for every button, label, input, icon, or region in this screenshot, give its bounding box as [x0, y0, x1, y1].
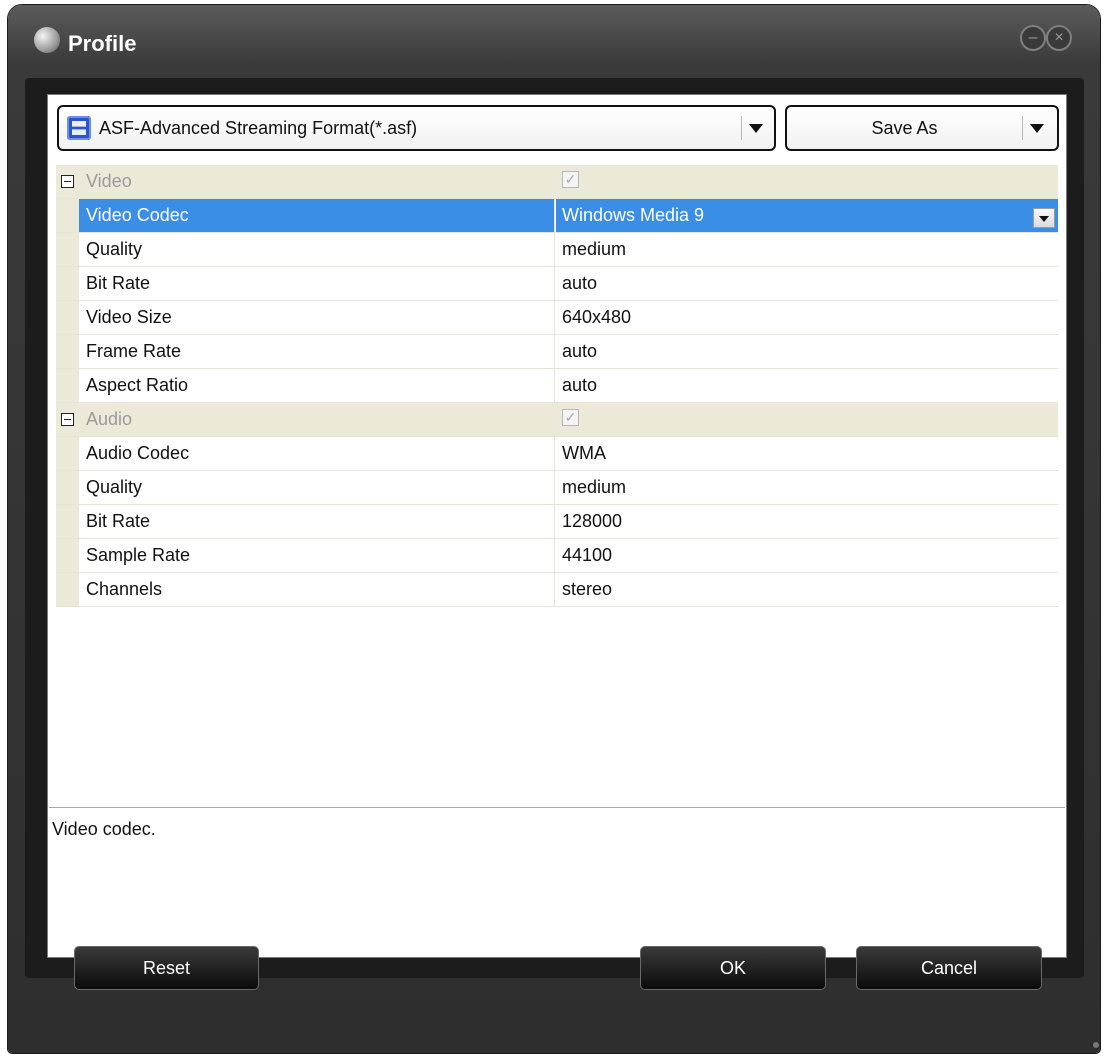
- property-name: Aspect Ratio: [79, 369, 555, 402]
- property-row[interactable]: Audio Codec WMA: [56, 437, 1058, 471]
- property-row[interactable]: Quality medium: [56, 471, 1058, 505]
- category-checkbox-cell: ✓: [556, 403, 1058, 436]
- property-value[interactable]: auto: [556, 267, 1058, 300]
- property-row[interactable]: Bit Rate auto: [56, 267, 1058, 301]
- property-row[interactable]: Video Codec Windows Media 9: [56, 199, 1058, 233]
- property-value[interactable]: medium: [556, 233, 1058, 266]
- category-label: Video: [86, 171, 132, 191]
- collapse-icon[interactable]: [61, 413, 74, 426]
- property-name: Bit Rate: [79, 267, 555, 300]
- property-row[interactable]: Bit Rate 128000: [56, 505, 1058, 539]
- row-gutter: [56, 335, 79, 368]
- property-value[interactable]: 640x480: [556, 301, 1058, 334]
- property-row[interactable]: Sample Rate 44100: [56, 539, 1058, 573]
- property-name: Frame Rate: [79, 335, 555, 368]
- row-gutter: [56, 539, 79, 572]
- property-value[interactable]: auto: [556, 335, 1058, 368]
- reset-label: Reset: [142, 958, 191, 978]
- category-row-audio[interactable]: Audio ✓: [56, 403, 1058, 437]
- cancel-label: Cancel: [920, 958, 978, 978]
- save-as-button[interactable]: Save As: [785, 105, 1059, 151]
- close-icon[interactable]: ×: [1046, 25, 1072, 51]
- row-gutter: [56, 233, 79, 266]
- app-logo-icon: [34, 27, 60, 53]
- property-name: Bit Rate: [79, 505, 555, 538]
- dropdown-arrow-icon[interactable]: [1033, 208, 1055, 228]
- format-selected-label: ASF-Advanced Streaming Format(*.asf): [99, 118, 418, 138]
- property-grid: Video ✓ Video Codec Windows Media 9 Qual…: [56, 165, 1058, 607]
- row-gutter: [56, 199, 79, 232]
- property-value[interactable]: stereo: [556, 573, 1058, 606]
- property-value[interactable]: auto: [556, 369, 1058, 402]
- video-enable-checkbox[interactable]: ✓: [562, 171, 579, 188]
- cancel-button[interactable]: Cancel: [856, 946, 1042, 990]
- property-value[interactable]: 128000: [556, 505, 1058, 538]
- property-value[interactable]: 44100: [556, 539, 1058, 572]
- property-row[interactable]: Quality medium: [56, 233, 1058, 267]
- row-gutter: [56, 369, 79, 402]
- description-text: Video codec.: [52, 819, 156, 839]
- row-gutter: [56, 471, 79, 504]
- save-as-label: Save As: [871, 118, 938, 138]
- property-name: Audio Codec: [79, 437, 555, 470]
- property-name: Quality: [79, 471, 555, 504]
- window-title: Profile: [68, 31, 137, 56]
- description-divider: [49, 807, 1065, 808]
- property-name: Channels: [79, 573, 555, 606]
- category-checkbox-cell: ✓: [556, 165, 1058, 198]
- resize-grip-icon[interactable]: [1093, 1042, 1099, 1048]
- minimize-icon[interactable]: –: [1020, 25, 1046, 51]
- collapse-icon[interactable]: [61, 175, 74, 188]
- property-value[interactable]: medium: [556, 471, 1058, 504]
- property-value[interactable]: WMA: [556, 437, 1058, 470]
- chevron-down-icon[interactable]: [741, 116, 768, 140]
- row-gutter: [56, 437, 79, 470]
- category-row-video[interactable]: Video ✓: [56, 165, 1058, 199]
- property-row[interactable]: Video Size 640x480: [56, 301, 1058, 335]
- row-gutter: [56, 505, 79, 538]
- property-value: Windows Media 9: [562, 205, 705, 225]
- row-gutter: [56, 267, 79, 300]
- reset-button[interactable]: Reset: [74, 946, 259, 990]
- format-dropdown[interactable]: ASF-Advanced Streaming Format(*.asf): [57, 105, 776, 151]
- property-name: Video Codec: [79, 199, 555, 232]
- row-gutter: [56, 573, 79, 606]
- property-name: Video Size: [79, 301, 555, 334]
- ok-label: OK: [719, 958, 746, 978]
- save-as-chevron-down-icon[interactable]: [1022, 116, 1053, 140]
- audio-enable-checkbox[interactable]: ✓: [562, 409, 579, 426]
- title-bar[interactable]: Profile – ×: [8, 5, 1100, 83]
- property-name: Quality: [79, 233, 555, 266]
- ok-button[interactable]: OK: [640, 946, 826, 990]
- property-row[interactable]: Aspect Ratio auto: [56, 369, 1058, 403]
- profile-settings-area: ASF-Advanced Streaming Format(*.asf) Sav…: [47, 94, 1067, 958]
- video-codec-select[interactable]: Windows Media 9: [556, 199, 1058, 232]
- category-label: Audio: [86, 409, 133, 429]
- property-name: Sample Rate: [79, 539, 555, 572]
- video-format-icon: [67, 116, 91, 140]
- property-row[interactable]: Frame Rate auto: [56, 335, 1058, 369]
- row-gutter: [56, 301, 79, 334]
- property-row[interactable]: Channels stereo: [56, 573, 1058, 607]
